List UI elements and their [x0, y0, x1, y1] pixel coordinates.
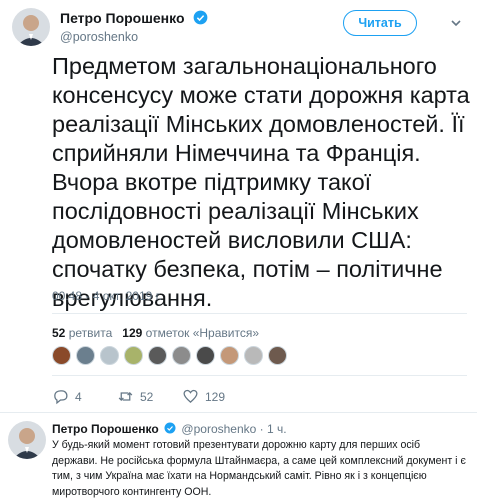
like-count: 129	[205, 389, 226, 404]
author-block: Петро Порошенко @poroshenko	[60, 9, 208, 44]
retweet-icon	[118, 392, 133, 401]
reply-text: У будь-який момент готовий презентувати …	[52, 439, 466, 498]
liker-avatar[interactable]	[124, 346, 143, 365]
retweet-action[interactable]: 52	[117, 388, 153, 405]
liker-avatar[interactable]	[172, 346, 191, 365]
follow-button[interactable]: Читать	[343, 10, 417, 36]
divider	[52, 313, 467, 314]
tweet-text: Предметом загальнонаціонального консенсу…	[52, 53, 470, 311]
avatar-image	[12, 8, 50, 46]
divider	[52, 375, 467, 376]
author-handle[interactable]: @poroshenko	[60, 30, 208, 44]
author-name[interactable]: Петро Порошенко	[60, 10, 185, 26]
retweets-count[interactable]: 52	[52, 326, 65, 340]
liker-avatar[interactable]	[220, 346, 239, 365]
likes-count[interactable]: 129	[122, 326, 142, 340]
tweet-actions: 4 52 129	[52, 388, 432, 406]
engagement-stats: 52 ретвита 129 отметок «Нравится»	[52, 326, 259, 340]
verified-icon	[193, 10, 208, 25]
retweets-label[interactable]: ретвита	[69, 326, 113, 340]
liker-avatar[interactable]	[100, 346, 119, 365]
tweet-card: Петро Порошенко @poroshenko Читать Предм…	[0, 0, 477, 405]
reply-handle-time[interactable]: @poroshenko · 1 ч.	[181, 422, 286, 436]
like-icon	[183, 389, 198, 404]
liker-avatar[interactable]	[196, 346, 215, 365]
reply-header: Петро Порошенко @poroshenko · 1 ч.	[52, 422, 287, 436]
reply-icon	[54, 390, 68, 405]
reply-count: 4	[75, 389, 82, 404]
liker-avatar[interactable]	[148, 346, 167, 365]
reply-tweet[interactable]: Петро Порошенко @poroshenko · 1 ч. У буд…	[0, 412, 477, 504]
liker-avatar[interactable]	[244, 346, 263, 365]
likes-label[interactable]: отметок «Нравится»	[146, 326, 259, 340]
avatar-image	[8, 421, 46, 459]
chevron-down-icon[interactable]	[449, 16, 463, 30]
liker-avatars	[52, 346, 287, 372]
liker-avatar[interactable]	[52, 346, 71, 365]
tweet-timestamp[interactable]: 00:48 - 4 окт. 2019 г.	[52, 289, 162, 303]
liker-avatar[interactable]	[268, 346, 287, 365]
verified-icon	[164, 422, 176, 434]
retweet-count: 52	[140, 389, 154, 404]
like-action[interactable]: 129	[182, 388, 225, 405]
reply-avatar[interactable]	[8, 421, 46, 459]
reply-author-name[interactable]: Петро Порошенко	[52, 422, 159, 436]
reply-action[interactable]: 4	[52, 388, 82, 405]
liker-avatar[interactable]	[76, 346, 95, 365]
avatar[interactable]	[12, 8, 50, 46]
